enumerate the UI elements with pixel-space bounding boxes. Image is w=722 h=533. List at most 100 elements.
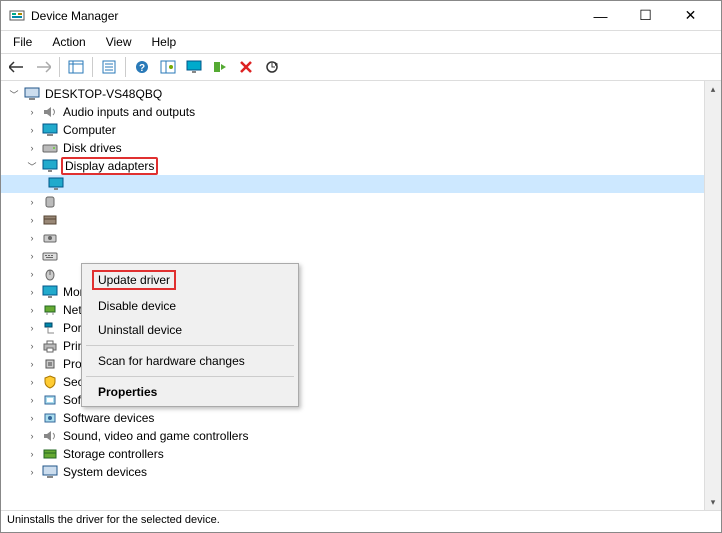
imaging-icon: [42, 230, 58, 246]
mouse-icon: [42, 266, 58, 282]
node-label: [61, 237, 65, 239]
tree-node-software-dev[interactable]: ›Software devices: [1, 409, 721, 427]
tree-node-display-child[interactable]: [1, 175, 721, 193]
display-icon: [48, 176, 64, 192]
close-button[interactable]: ✕: [668, 1, 713, 31]
tree-node-hid[interactable]: ›: [1, 193, 721, 211]
chevron-right-icon[interactable]: ›: [25, 339, 39, 353]
scroll-up-arrow[interactable]: ▴: [705, 81, 721, 98]
svg-text:?: ?: [139, 63, 145, 74]
menu-separator: [86, 345, 294, 346]
properties-button[interactable]: [97, 56, 121, 78]
chevron-right-icon[interactable]: ›: [25, 429, 39, 443]
minimize-button[interactable]: —: [578, 1, 623, 31]
chevron-right-icon[interactable]: ›: [25, 141, 39, 155]
chevron-right-icon[interactable]: ›: [25, 375, 39, 389]
monitor-icon: [42, 284, 58, 300]
chevron-right-icon[interactable]: ›: [25, 231, 39, 245]
display-icon: [42, 158, 58, 174]
chevron-right-icon[interactable]: ›: [25, 357, 39, 371]
node-label: Computer: [61, 122, 118, 138]
tree-node-computer[interactable]: › Computer: [1, 121, 721, 139]
chevron-right-icon[interactable]: ›: [25, 123, 39, 137]
software-icon: [42, 392, 58, 408]
hid-icon: [42, 194, 58, 210]
node-label: Sound, video and game controllers: [61, 428, 250, 444]
menu-view[interactable]: View: [98, 33, 140, 51]
chevron-right-icon[interactable]: ›: [25, 303, 39, 317]
menu-file[interactable]: File: [5, 33, 40, 51]
computer-icon: [42, 122, 58, 138]
update-driver-button[interactable]: [260, 56, 284, 78]
vertical-scrollbar[interactable]: ▴ ▾: [704, 81, 721, 511]
node-label: Storage controllers: [61, 446, 166, 462]
tree-node-audio[interactable]: › Audio inputs and outputs: [1, 103, 721, 121]
tree-node-storage[interactable]: › Storage controllers: [1, 445, 721, 463]
chevron-right-icon[interactable]: ›: [25, 105, 39, 119]
tree-node-disk[interactable]: › Disk drives: [1, 139, 721, 157]
keyboard-icon: [42, 248, 58, 264]
chevron-right-icon[interactable]: ›: [25, 195, 39, 209]
titlebar: Device Manager — ☐ ✕: [1, 1, 721, 31]
app-icon: [9, 8, 25, 24]
node-label: [61, 201, 65, 203]
disk-icon: [42, 140, 58, 156]
computer-icon: [24, 86, 40, 102]
chevron-right-icon[interactable]: ›: [25, 249, 39, 263]
scroll-down-arrow[interactable]: ▾: [705, 494, 721, 511]
tree-node-system[interactable]: › System devices: [1, 463, 721, 481]
disable-button[interactable]: [234, 56, 258, 78]
node-label: System devices: [61, 464, 149, 480]
toolbar: ?: [1, 53, 721, 81]
chevron-right-icon[interactable]: ›: [25, 213, 39, 227]
storage-icon: [42, 446, 58, 462]
menu-action[interactable]: Action: [44, 33, 93, 51]
chevron-right-icon[interactable]: ›: [25, 411, 39, 425]
system-icon: [42, 464, 58, 480]
node-label-highlighted: Display adapters: [61, 157, 158, 175]
tree-node-imaging[interactable]: ›: [1, 229, 721, 247]
chevron-right-icon[interactable]: ›: [25, 465, 39, 479]
tree-node-sound[interactable]: › Sound, video and game controllers: [1, 427, 721, 445]
node-label: [61, 219, 65, 221]
enable-button[interactable]: [208, 56, 232, 78]
tree-node-ata[interactable]: ›: [1, 211, 721, 229]
chevron-right-icon[interactable]: ›: [25, 393, 39, 407]
ctx-properties[interactable]: Properties: [84, 380, 296, 404]
show-hidden-button[interactable]: [64, 56, 88, 78]
node-label: [67, 183, 71, 185]
tree-node-display-adapters[interactable]: ﹀ Display adapters: [1, 157, 721, 175]
forward-button[interactable]: [31, 56, 55, 78]
ctx-disable-device[interactable]: Disable device: [84, 294, 296, 318]
help-button[interactable]: ?: [130, 56, 154, 78]
printer-icon: [42, 338, 58, 354]
monitor-button[interactable]: [182, 56, 206, 78]
network-icon: [42, 302, 58, 318]
scan-button[interactable]: [156, 56, 180, 78]
chevron-right-icon[interactable]: ›: [25, 447, 39, 461]
menu-separator: [86, 376, 294, 377]
back-button[interactable]: [5, 56, 29, 78]
node-label: [61, 273, 65, 275]
menu-help[interactable]: Help: [144, 33, 185, 51]
chevron-down-icon[interactable]: ﹀: [7, 87, 21, 101]
context-menu: Update driver Disable device Uninstall d…: [81, 263, 299, 407]
root-label: DESKTOP-VS48QBQ: [43, 86, 164, 102]
chevron-right-icon[interactable]: ›: [25, 321, 39, 335]
node-label: [61, 255, 65, 257]
sound-icon: [42, 428, 58, 444]
content-area: ﹀ DESKTOP-VS48QBQ › Audio inputs and out…: [1, 81, 721, 511]
ctx-scan-hardware[interactable]: Scan for hardware changes: [84, 349, 296, 373]
ports-icon: [42, 320, 58, 336]
cpu-icon: [42, 356, 58, 372]
node-label: Audio inputs and outputs: [61, 104, 197, 120]
tree-root[interactable]: ﹀ DESKTOP-VS48QBQ: [1, 85, 721, 103]
chevron-down-icon[interactable]: ﹀: [25, 159, 39, 173]
ctx-update-driver[interactable]: Update driver: [92, 270, 176, 290]
chevron-right-icon[interactable]: ›: [25, 285, 39, 299]
chevron-right-icon[interactable]: ›: [25, 267, 39, 281]
ctx-uninstall-device[interactable]: Uninstall device: [84, 318, 296, 342]
status-text: Uninstalls the driver for the selected d…: [7, 514, 220, 526]
maximize-button[interactable]: ☐: [623, 1, 668, 31]
statusbar: Uninstalls the driver for the selected d…: [1, 510, 721, 532]
